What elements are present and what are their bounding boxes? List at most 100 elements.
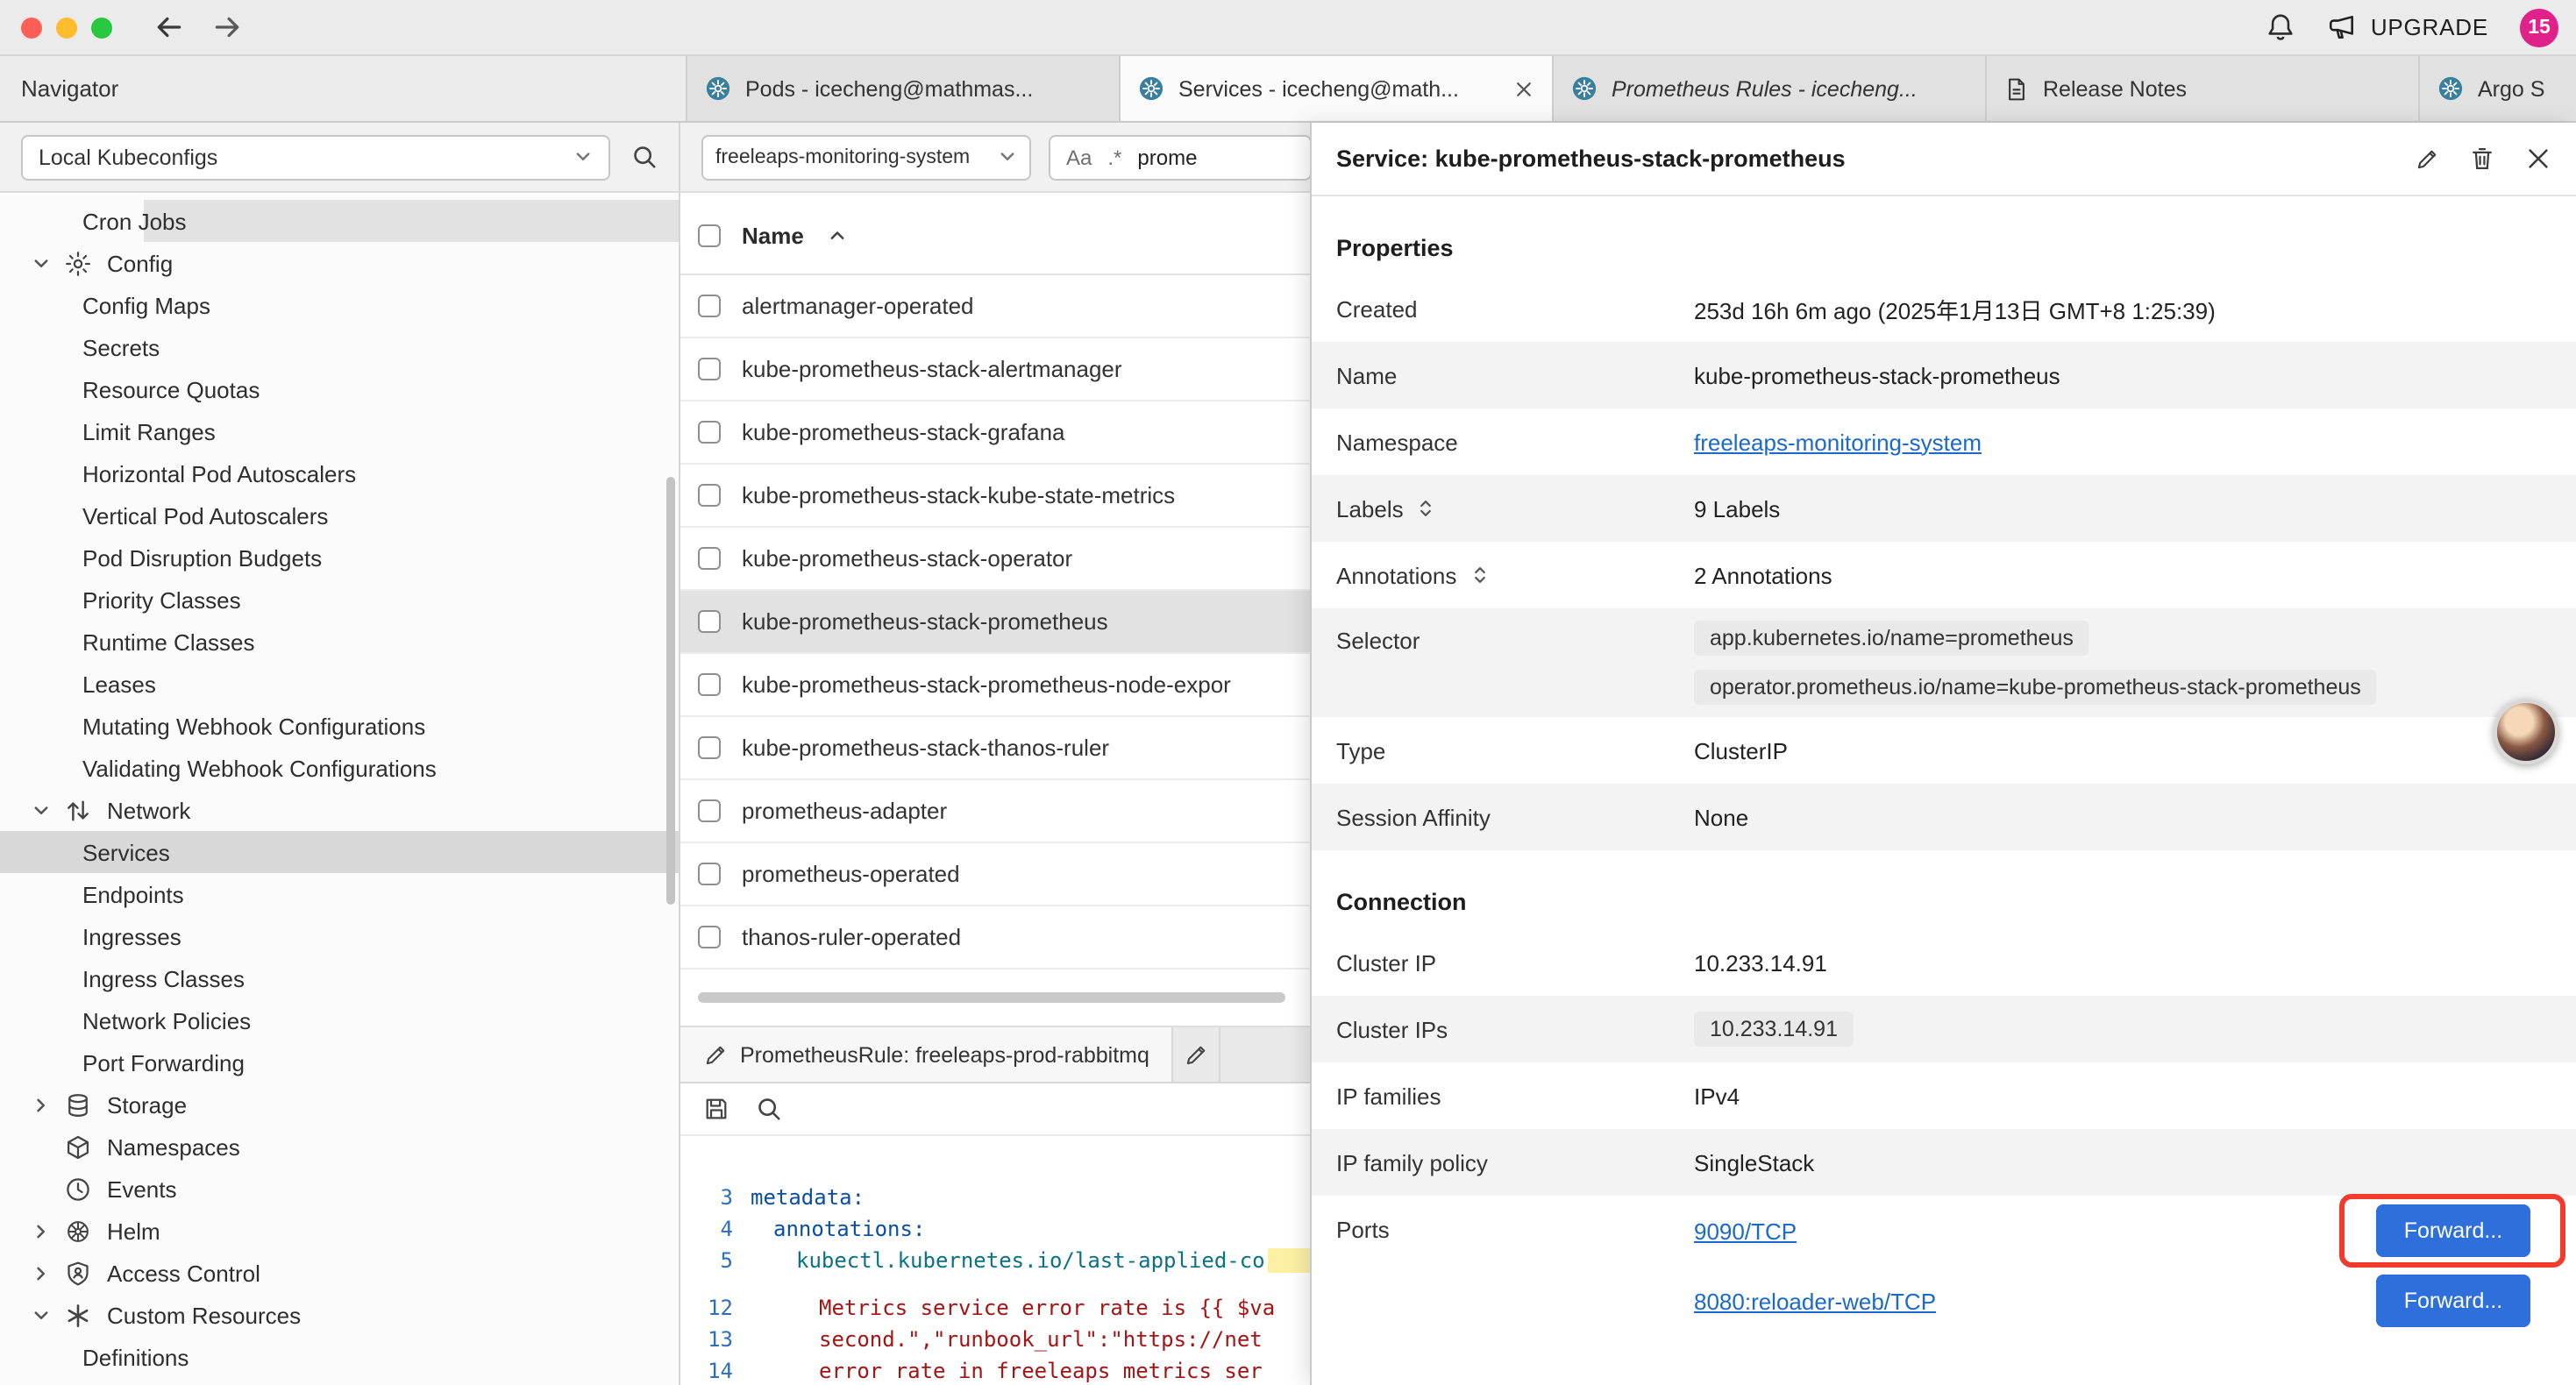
row-checkbox[interactable] xyxy=(698,484,721,507)
sidebar-item-events[interactable]: Events xyxy=(0,1168,679,1210)
expand-collapse-icon[interactable] xyxy=(1469,565,1490,586)
sidebar-item-runtime-classes[interactable]: Runtime Classes xyxy=(0,621,679,663)
section-title-properties: Properties xyxy=(1312,221,2576,275)
namespace-select[interactable]: freeleaps-monitoring-system xyxy=(701,134,1031,180)
property-value: ClusterIP xyxy=(1694,737,1788,764)
sidebar-item-leases[interactable]: Leases xyxy=(0,663,679,705)
editor-tab-partial[interactable] xyxy=(1174,1027,1221,1082)
sidebar-item-resource-quotas[interactable]: Resource Quotas xyxy=(0,368,679,410)
chevron-down-icon[interactable] xyxy=(28,800,54,820)
sidebar-item-pod-disruption-budgets[interactable]: Pod Disruption Budgets xyxy=(0,536,679,579)
edit-pencil-icon[interactable] xyxy=(2415,146,2439,171)
port-link[interactable]: 8080:reloader-web/TCP xyxy=(1694,1288,1936,1314)
sidebar-item-config-maps[interactable]: Config Maps xyxy=(0,284,679,326)
sidebar-item-services[interactable]: Services xyxy=(0,831,679,873)
sidebar-item-horizontal-pod-autoscalers[interactable]: Horizontal Pod Autoscalers xyxy=(0,452,679,494)
kubeconfig-select[interactable]: Local Kubeconfigs xyxy=(21,134,610,180)
sidebar-item-network[interactable]: Network xyxy=(0,789,679,831)
sidebar-item-definitions[interactable]: Definitions xyxy=(0,1336,679,1378)
sidebar-item-label: Events xyxy=(107,1175,177,1202)
sidebar-item-label: Storage xyxy=(107,1091,187,1118)
tab-label: Pods - icecheng@mathmas... xyxy=(745,76,1101,101)
row-checkbox[interactable] xyxy=(698,863,721,885)
row-checkbox[interactable] xyxy=(698,926,721,948)
minimize-window-button[interactable] xyxy=(56,17,77,38)
notification-count-badge[interactable]: 15 xyxy=(2520,8,2558,46)
forward-icon[interactable] xyxy=(212,12,242,42)
sidebar-item-priority-classes[interactable]: Priority Classes xyxy=(0,579,679,621)
row-checkbox[interactable] xyxy=(698,421,721,444)
save-icon[interactable] xyxy=(703,1096,729,1122)
sidebar-item-access-control[interactable]: Access Control xyxy=(0,1252,679,1294)
sidebar-item-secrets[interactable]: Secrets xyxy=(0,326,679,368)
tab-release-notes[interactable]: Release Notes xyxy=(1987,56,2420,121)
forward-button[interactable]: Forward... xyxy=(2376,1275,2530,1327)
value-chip: 10.233.14.91 xyxy=(1694,1012,1854,1047)
sidebar-item-mutating-webhook-configurations[interactable]: Mutating Webhook Configurations xyxy=(0,705,679,747)
property-value: SingleStack xyxy=(1694,1149,1814,1175)
sort-ascending-icon[interactable] xyxy=(829,226,848,245)
chevron-down-icon[interactable] xyxy=(28,253,54,273)
delete-trash-icon[interactable] xyxy=(2469,146,2495,172)
close-window-button[interactable] xyxy=(21,17,42,38)
row-checkbox[interactable] xyxy=(698,799,721,822)
select-all-checkbox[interactable] xyxy=(698,224,721,247)
sidebar-item-validating-webhook-configurations[interactable]: Validating Webhook Configurations xyxy=(0,747,679,789)
zoom-window-button[interactable] xyxy=(91,17,112,38)
tab-argo-s[interactable]: Argo S xyxy=(2420,56,2576,121)
notifications-bell-icon[interactable] xyxy=(2266,12,2295,42)
back-icon[interactable] xyxy=(154,12,184,42)
name-column-header[interactable]: Name xyxy=(742,223,804,249)
editor-search-icon[interactable] xyxy=(756,1096,782,1122)
namespace-link[interactable]: freeleaps-monitoring-system xyxy=(1694,429,1982,455)
close-tab-icon[interactable] xyxy=(1513,78,1534,99)
chevron-right-icon[interactable] xyxy=(28,1263,54,1282)
sidebar-item-port-forwarding[interactable]: Port Forwarding xyxy=(0,1041,679,1083)
tab-pods-icecheng-mathmas[interactable]: Pods - icecheng@mathmas... xyxy=(687,56,1121,121)
tab-prometheus-rules-icecheng[interactable]: Prometheus Rules - icecheng... xyxy=(1554,56,1987,121)
sidebar-item-ingresses[interactable]: Ingresses xyxy=(0,915,679,957)
sidebar-item-endpoints[interactable]: Endpoints xyxy=(0,873,679,915)
row-checkbox[interactable] xyxy=(698,673,721,696)
user-avatar[interactable] xyxy=(2494,700,2558,764)
code-text: metadata: xyxy=(751,1185,865,1210)
sidebar-item-cron-jobs[interactable]: Cron Jobs xyxy=(0,200,679,242)
property-label: Created xyxy=(1336,295,1694,322)
port-row: 9090/TCP Forward... xyxy=(1694,1196,2551,1266)
sidebar-item-network-policies[interactable]: Network Policies xyxy=(0,999,679,1041)
property-label: Name xyxy=(1336,362,1694,388)
match-case-toggle[interactable]: Aa xyxy=(1066,145,1092,169)
chevron-right-icon[interactable] xyxy=(28,1221,54,1240)
sidebar-item-namespaces[interactable]: Namespaces xyxy=(0,1126,679,1168)
sidebar-item-config[interactable]: Config xyxy=(0,242,679,284)
row-checkbox[interactable] xyxy=(698,295,721,317)
app-window: UPGRADE 15 Navigator Pods - icecheng@mat… xyxy=(0,0,2576,1385)
row-checkbox[interactable] xyxy=(698,610,721,633)
upgrade-button[interactable]: UPGRADE xyxy=(2327,12,2488,42)
chevron-down-icon[interactable] xyxy=(28,1305,54,1325)
horizontal-scrollbar[interactable] xyxy=(698,992,1285,1003)
property-label: Ports xyxy=(1336,1196,1694,1336)
list-search-input[interactable]: Aa .* prome xyxy=(1049,134,1312,180)
row-checkbox[interactable] xyxy=(698,358,721,380)
row-checkbox[interactable] xyxy=(698,736,721,759)
sidebar-item-ingress-classes[interactable]: Ingress Classes xyxy=(0,957,679,999)
sidebar-item-custom-resources[interactable]: Custom Resources xyxy=(0,1294,679,1336)
expand-collapse-icon[interactable] xyxy=(1416,498,1437,519)
sidebar-item-helm[interactable]: Helm xyxy=(0,1210,679,1252)
sidebar-scrollbar[interactable] xyxy=(666,477,675,905)
forward-button[interactable]: Forward... xyxy=(2376,1204,2530,1257)
editor-tab-prometheusrule[interactable]: PrometheusRule: freeleaps-prod-rabbitmq xyxy=(680,1027,1174,1082)
regex-toggle[interactable]: .* xyxy=(1107,145,1121,169)
tab-services-icecheng-math[interactable]: Services - icecheng@math... xyxy=(1121,56,1554,121)
sidebar-item-storage[interactable]: Storage xyxy=(0,1083,679,1126)
sidebar-toolbar: Local Kubeconfigs xyxy=(0,123,679,193)
sidebar-item-vertical-pod-autoscalers[interactable]: Vertical Pod Autoscalers xyxy=(0,494,679,536)
sidebar-search-icon[interactable] xyxy=(631,144,658,170)
line-number: 14 xyxy=(680,1359,751,1383)
close-panel-icon[interactable] xyxy=(2525,146,2551,172)
sidebar-item-limit-ranges[interactable]: Limit Ranges xyxy=(0,410,679,452)
row-checkbox[interactable] xyxy=(698,547,721,570)
chevron-right-icon[interactable] xyxy=(28,1095,54,1114)
port-link[interactable]: 9090/TCP xyxy=(1694,1218,1797,1244)
